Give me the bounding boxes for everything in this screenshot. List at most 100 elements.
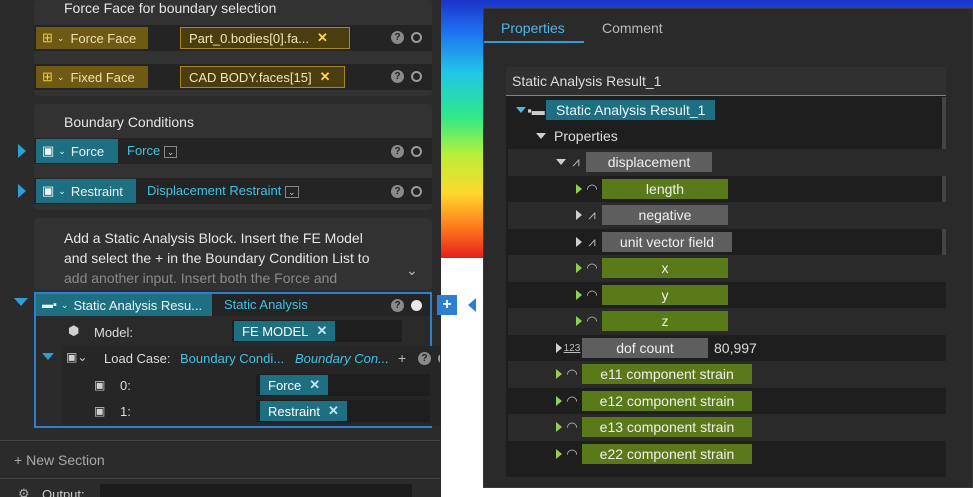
- scalar-field-icon: ◠: [586, 260, 598, 276]
- tree-row-displacement[interactable]: ⩘ displacement: [508, 149, 946, 176]
- header-underline: [506, 95, 946, 96]
- model-label: Model:: [94, 325, 134, 340]
- tree-row-strain[interactable]: ◠ e22 component strain: [508, 441, 946, 468]
- static-chip[interactable]: ▬▪ ⌄ Static Analysis Resu...: [36, 294, 212, 316]
- scalar-field-icon: ◠: [586, 313, 598, 329]
- tree-row-child[interactable]: ◠ length: [508, 176, 946, 203]
- scalar-field-icon: ◠: [566, 393, 578, 409]
- loadcase-value[interactable]: Boundary Condi...: [180, 351, 284, 366]
- remove-icon[interactable]: ✕: [309, 377, 320, 393]
- collapse-icon[interactable]: [536, 133, 546, 140]
- strain-chip: e11 component strain: [582, 364, 752, 385]
- add-block-button[interactable]: +: [437, 295, 457, 315]
- restraint-type-text: Displacement Restraint: [147, 183, 282, 198]
- image-icon: ▣: [94, 378, 106, 392]
- child-chip: unit vector field: [602, 232, 732, 253]
- image-icon: ▣: [94, 404, 106, 418]
- image-icon: ▣: [42, 183, 55, 198]
- model-value[interactable]: FE MODEL ✕: [234, 321, 336, 341]
- output-port-icon[interactable]: [411, 32, 422, 43]
- grid-icon: ⊞: [42, 69, 53, 84]
- output-field[interactable]: [100, 484, 412, 497]
- scalar-field-icon: ◠: [586, 287, 598, 303]
- fixed-face-value[interactable]: CAD BODY.faces[15] ✕: [180, 66, 345, 88]
- model-value-text: FE MODEL: [242, 323, 309, 339]
- grid-icon: ⊞: [42, 30, 53, 45]
- tab-label: Comment: [602, 20, 663, 36]
- chevron-down-icon: ⌄: [58, 185, 66, 196]
- output-port-icon[interactable]: [411, 146, 422, 157]
- new-section-button[interactable]: + New Section: [14, 452, 105, 468]
- remove-icon[interactable]: ✕: [328, 403, 339, 419]
- force-face-value[interactable]: Part_0.bodies[0].fa... ✕: [180, 27, 350, 49]
- item-value[interactable]: Force ✕: [260, 375, 329, 395]
- collapse-arrow-icon[interactable]: [14, 298, 28, 306]
- collapse-arrow-icon[interactable]: [42, 353, 54, 360]
- tree-row-child[interactable]: ◠ z: [508, 308, 946, 335]
- output-port-icon[interactable]: [411, 300, 422, 311]
- tree-row-child[interactable]: ⩘ unit vector field: [508, 229, 946, 256]
- item-value-text: Force: [268, 377, 302, 393]
- expand-arrow-icon[interactable]: [18, 184, 26, 198]
- output-icon: ⚙: [18, 486, 30, 497]
- help-icon[interactable]: ?: [391, 299, 404, 312]
- model-icon: ⬢: [68, 323, 80, 338]
- number-icon: 123: [563, 342, 581, 354]
- item-value[interactable]: Restraint ✕: [260, 401, 347, 421]
- camera-icon: ▪▬: [527, 102, 545, 118]
- restraint-type[interactable]: Displacement Restraint ⌄: [147, 183, 299, 198]
- dropdown-icon[interactable]: ⌄: [163, 146, 178, 158]
- help-icon[interactable]: ?: [391, 185, 404, 198]
- root-chip: Static Analysis Result_1: [546, 100, 716, 121]
- divider: [0, 478, 440, 479]
- scalar-field-icon: ◠: [586, 181, 598, 197]
- output-port-icon[interactable]: [411, 186, 422, 197]
- tree-row-strain[interactable]: ◠ e12 component strain: [508, 388, 946, 415]
- help-icon[interactable]: ?: [418, 352, 431, 365]
- output-port-icon[interactable]: [411, 71, 422, 82]
- tab-label: Properties: [501, 20, 565, 36]
- help-icon[interactable]: ?: [391, 145, 404, 158]
- panel-toggle-icon[interactable]: [468, 298, 476, 312]
- tree-row-strain[interactable]: ◠ e11 component strain: [508, 361, 946, 388]
- tree-row-root[interactable]: ▪▬ Static Analysis Result_1: [508, 97, 946, 124]
- tree-row-dof[interactable]: 123 dof count 80,997: [508, 335, 946, 362]
- tree-row-child[interactable]: ◠ x: [508, 255, 946, 282]
- help-icon[interactable]: ?: [391, 70, 404, 83]
- expand-chevron-icon[interactable]: ⌄: [406, 262, 418, 279]
- chevron-down-icon: ⌄: [58, 145, 66, 156]
- force-type[interactable]: Force ⌄: [127, 143, 178, 158]
- tree-row-properties[interactable]: Properties: [508, 123, 946, 150]
- collapse-icon[interactable]: [516, 107, 526, 114]
- child-chip: negative: [602, 205, 728, 226]
- restraint-chip[interactable]: ▣ ⌄ Restraint: [36, 179, 136, 203]
- static-type[interactable]: Static Analysis: [224, 297, 308, 312]
- item-index: 1:: [120, 404, 131, 419]
- force-chip[interactable]: ▣ ⌄ Force: [36, 139, 118, 163]
- dropdown-icon[interactable]: ⌄: [285, 186, 299, 198]
- plus-icon: +: [14, 452, 23, 468]
- loadcase-value2[interactable]: Boundary Con...: [295, 351, 389, 366]
- force-face-chip[interactable]: ⊞ ⌄ Force Face: [36, 27, 148, 49]
- tree-row-strain[interactable]: ◠ e13 component strain: [508, 414, 946, 441]
- scalar-field-icon: ◠: [566, 366, 578, 382]
- item-value-text: Restraint: [268, 403, 321, 419]
- add-icon[interactable]: +: [398, 350, 406, 366]
- expand-arrow-icon[interactable]: [18, 144, 26, 158]
- instruction-card: Add a Static Analysis Block. Insert the …: [34, 218, 432, 290]
- help-icon[interactable]: ?: [391, 31, 404, 44]
- camera-icon: ▬▪: [42, 299, 57, 311]
- vector-field-icon: ⩘: [588, 234, 596, 250]
- child-chip: y: [602, 285, 728, 306]
- remove-icon[interactable]: ✕: [316, 323, 327, 339]
- scalar-field-icon: ◠: [566, 419, 578, 435]
- tab-comment[interactable]: Comment: [602, 9, 663, 47]
- child-chip: z: [602, 311, 728, 332]
- notebook-panel: Force Face for boundary selection ⊞ ⌄ Forc…: [0, 0, 440, 497]
- fixed-face-chip[interactable]: ⊞ ⌄ Fixed Face: [36, 66, 148, 88]
- tree-row-child[interactable]: ◠ y: [508, 282, 946, 309]
- tree-row-child[interactable]: ⩘ negative: [508, 202, 946, 229]
- collapse-icon[interactable]: [556, 159, 566, 166]
- remove-icon[interactable]: ✕: [317, 30, 328, 46]
- remove-icon[interactable]: ✕: [320, 69, 331, 85]
